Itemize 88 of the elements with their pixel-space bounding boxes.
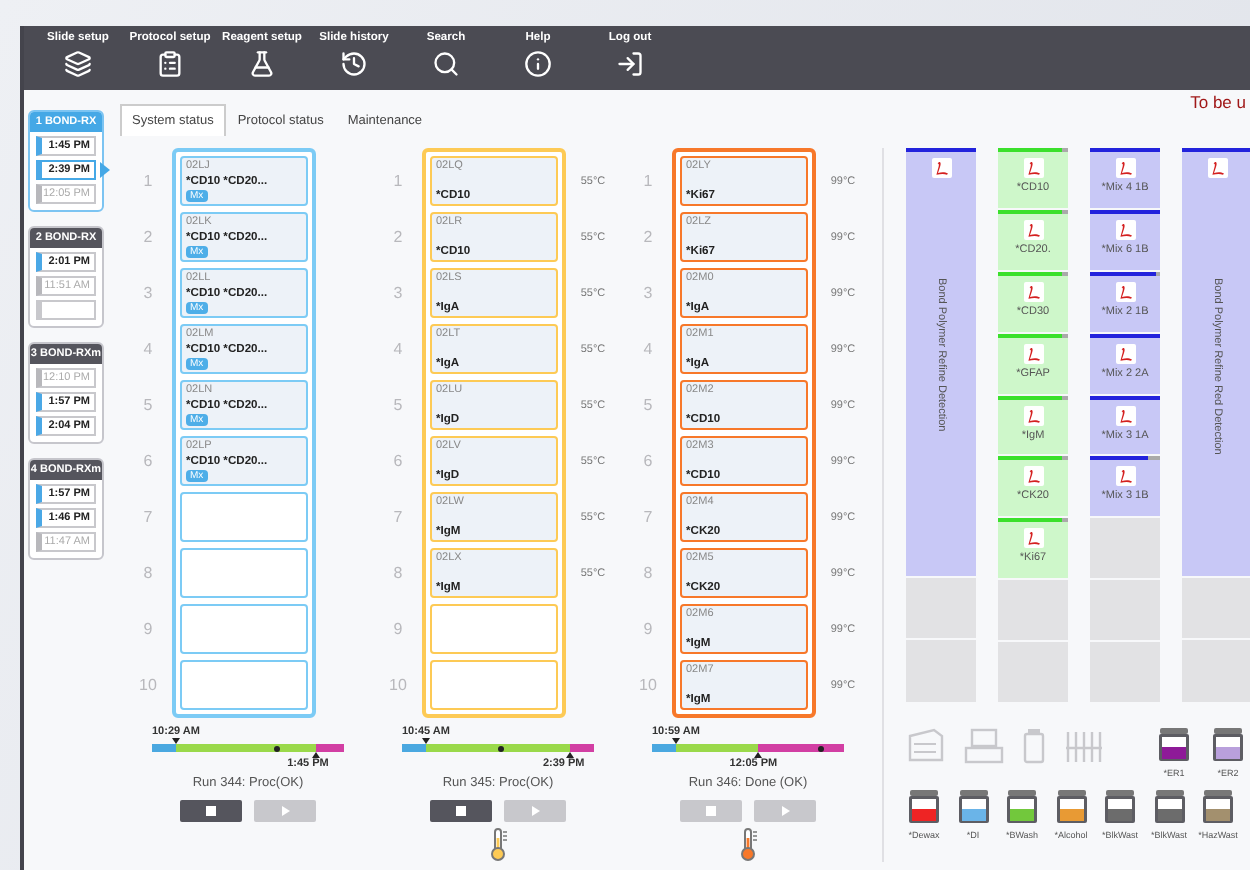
slot-number: 7 — [141, 506, 155, 530]
stop-button[interactable] — [430, 800, 492, 822]
logo-icon — [1023, 466, 1043, 487]
slot-number: 10 — [637, 674, 659, 698]
pointer-icon — [100, 162, 110, 178]
empty-slot — [430, 604, 558, 654]
logo-icon — [1115, 158, 1135, 178]
slot-number: 8 — [391, 562, 405, 586]
logo-icon — [1115, 466, 1135, 487]
computer-icon — [964, 728, 1004, 764]
slot-number: 10 — [387, 674, 409, 698]
slot-number: 9 — [641, 618, 655, 642]
bottle-icon — [1104, 790, 1136, 824]
slot-number: 1 — [141, 170, 155, 194]
stop-icon — [456, 806, 466, 816]
logo-icon — [1115, 281, 1135, 302]
slot-number: 3 — [641, 282, 655, 306]
search-icon — [432, 50, 460, 78]
slot-number: 2 — [391, 226, 405, 250]
layers-icon — [64, 50, 92, 78]
bottle-icon — [957, 790, 989, 824]
logo-icon — [1207, 158, 1227, 178]
rack-icon — [1064, 728, 1104, 764]
bottle-icon — [1006, 790, 1038, 824]
slot-number: 8 — [141, 562, 155, 586]
login-icon — [616, 50, 644, 78]
logo-icon — [1115, 343, 1135, 364]
logo-icon — [1023, 158, 1043, 178]
play-icon — [281, 806, 289, 816]
stop-button[interactable] — [180, 800, 242, 822]
empty-slot — [180, 604, 308, 654]
empty-position — [998, 580, 1068, 641]
info-icon — [524, 50, 552, 78]
slot-number: 7 — [391, 506, 405, 530]
bottle-icon — [1153, 790, 1185, 824]
slot-number: 7 — [641, 506, 655, 530]
slot-number: 6 — [141, 450, 155, 474]
logo-icon — [1023, 281, 1043, 302]
slot-number: 4 — [641, 338, 655, 362]
slot-number: 9 — [391, 618, 405, 642]
stop-icon — [706, 806, 716, 816]
empty-slot — [180, 660, 308, 710]
slot-number: 4 — [391, 338, 405, 362]
flask-icon — [248, 50, 276, 78]
slot-number: 1 — [641, 170, 655, 194]
bottle-icon — [1212, 728, 1244, 762]
slot-number: 6 — [391, 450, 405, 474]
empty-slot — [180, 492, 308, 542]
thermometer-icon — [739, 828, 757, 862]
slot-number: 5 — [641, 394, 655, 418]
empty-position — [1090, 518, 1160, 579]
empty-slot — [430, 660, 558, 710]
slot-number: 3 — [141, 282, 155, 306]
empty-position — [1182, 577, 1250, 639]
notice-text: To be u — [1190, 92, 1246, 112]
logo-icon — [931, 158, 951, 178]
bottle-icon — [1055, 790, 1087, 824]
logo-icon — [1023, 528, 1043, 549]
empty-position — [906, 577, 976, 639]
slot-number: 5 — [141, 394, 155, 418]
slot-number: 5 — [391, 394, 405, 418]
logo-icon — [1023, 219, 1043, 240]
logo-icon — [1023, 405, 1043, 426]
slot-number: 1 — [391, 170, 405, 194]
thermometer-icon — [489, 828, 507, 862]
slot-number: 3 — [391, 282, 405, 306]
slot-number: 8 — [641, 562, 655, 586]
slot-number: 2 — [641, 226, 655, 250]
slot-number: 6 — [641, 450, 655, 474]
empty-slot — [180, 548, 308, 598]
slot-number: 2 — [141, 226, 155, 250]
history-icon — [340, 50, 368, 78]
empty-slot — [36, 300, 96, 320]
slot-number: 9 — [141, 618, 155, 642]
play-icon — [531, 806, 539, 816]
stop-icon — [206, 806, 216, 816]
instrument-icon — [906, 728, 946, 764]
bottle-icon — [908, 790, 940, 824]
logo-icon — [1115, 219, 1135, 240]
canister-icon — [1022, 728, 1046, 764]
clipboard-icon — [156, 50, 184, 78]
bottle-icon — [1158, 728, 1190, 762]
play-icon — [781, 806, 789, 816]
bottle-icon — [1202, 790, 1234, 824]
logo-icon — [1023, 343, 1043, 364]
logo-icon — [1115, 405, 1135, 426]
slot-number: 10 — [137, 674, 159, 698]
slot-number: 4 — [141, 338, 155, 362]
